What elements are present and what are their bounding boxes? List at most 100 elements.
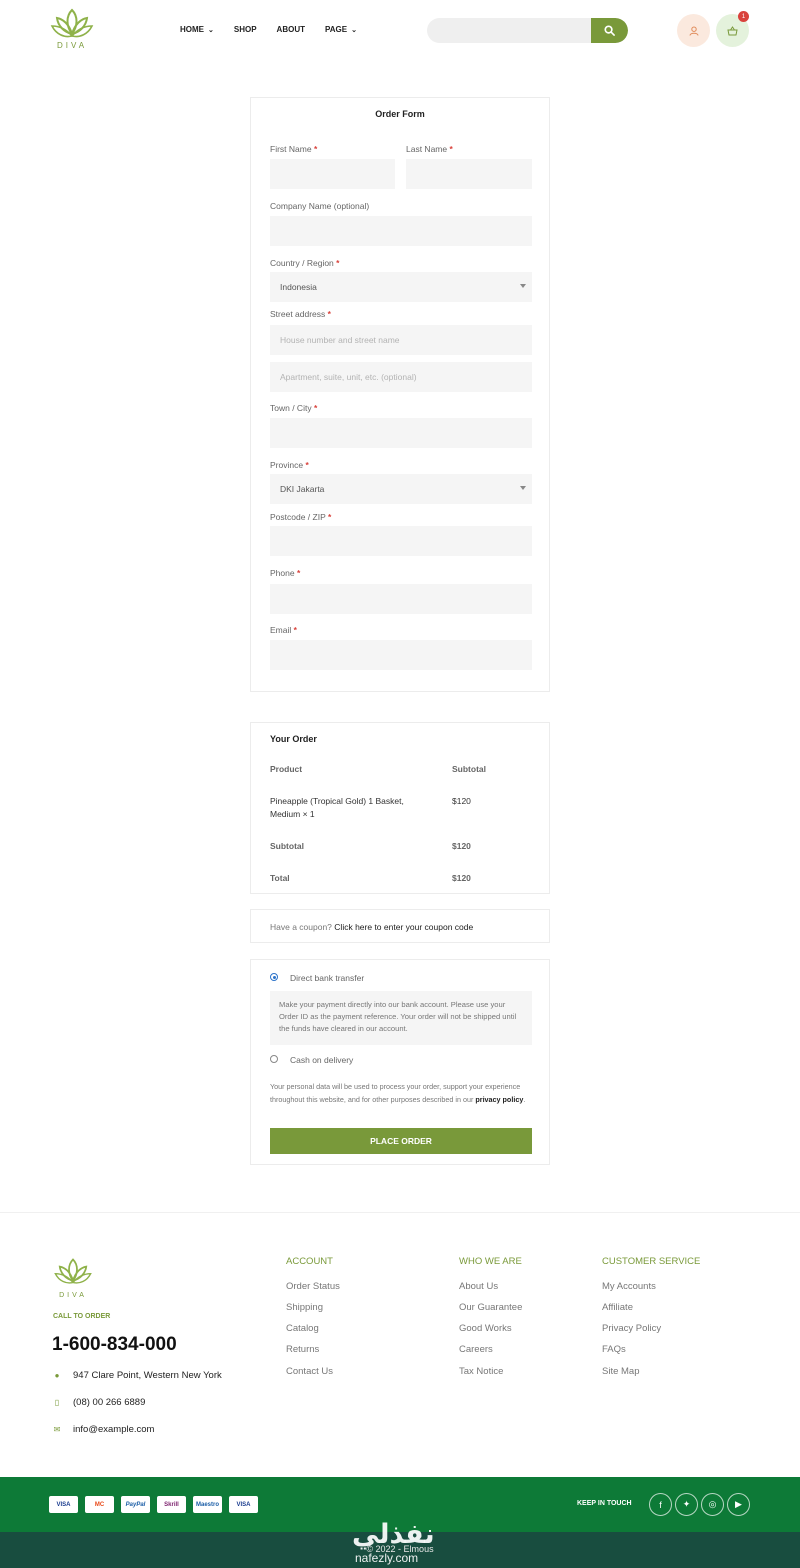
footer-link-returns[interactable]: Returns: [286, 1344, 319, 1355]
company-label: Company Name (optional): [270, 201, 370, 211]
nav-shop[interactable]: SHOP: [234, 25, 257, 34]
footer-logo-text: DIVA: [59, 1292, 87, 1299]
search-input[interactable]: [427, 18, 592, 43]
cart-button[interactable]: 1: [716, 11, 749, 47]
country-value: Indonesia: [280, 282, 317, 292]
province-select[interactable]: DKI Jakarta: [270, 474, 532, 504]
street-label: Street address *: [270, 309, 331, 319]
contact-address: ● 947 Clare Point, Western New York: [53, 1370, 222, 1381]
order-form-title: Order Form: [375, 109, 425, 119]
town-field[interactable]: [270, 418, 532, 448]
main-nav: HOME ⌄ SHOP ABOUT PAGE ⌄: [180, 25, 357, 34]
footer-link-shipping[interactable]: Shipping: [286, 1302, 323, 1313]
order-item-name-line1: Pineapple (Tropical Gold) 1 Basket,: [270, 796, 404, 806]
postcode-field[interactable]: [270, 526, 532, 556]
footer-link-our-guarantee[interactable]: Our Guarantee: [459, 1302, 522, 1313]
bank-transfer-radio[interactable]: [270, 973, 278, 981]
province-value: DKI Jakarta: [280, 484, 325, 494]
footer-link-careers[interactable]: Careers: [459, 1344, 493, 1355]
call-to-order-label: CALL TO ORDER: [53, 1313, 111, 1320]
country-label: Country / Region *: [270, 258, 339, 268]
youtube-icon[interactable]: ▶: [727, 1493, 750, 1516]
street-line2-placeholder: Apartment, suite, unit, etc. (optional): [280, 372, 417, 382]
town-label-text: Town / City: [270, 403, 312, 413]
subtotal-label: Subtotal: [270, 841, 304, 851]
contact-email[interactable]: ✉ info@example.com: [53, 1424, 155, 1435]
company-field[interactable]: [270, 216, 532, 246]
cash-on-delivery-radio[interactable]: [270, 1055, 278, 1063]
country-select[interactable]: Indonesia: [270, 272, 532, 302]
nav-home[interactable]: HOME ⌄: [180, 25, 214, 34]
street-label-text: Street address: [270, 309, 326, 319]
chevron-down-icon: ⌄: [208, 26, 214, 34]
place-order-button[interactable]: PLACE ORDER: [270, 1128, 532, 1154]
last-name-label: Last Name *: [406, 144, 453, 154]
order-item-price: $120: [452, 796, 471, 806]
cart-count-badge: 1: [738, 11, 749, 22]
footer-link-order-status[interactable]: Order Status: [286, 1281, 340, 1292]
footer-link-my-accounts[interactable]: My Accounts: [602, 1281, 656, 1292]
street-address-line2-field[interactable]: Apartment, suite, unit, etc. (optional): [270, 362, 532, 392]
user-icon: [689, 26, 698, 36]
your-order-card: Your Order Product Subtotal Pineapple (T…: [250, 722, 550, 894]
nav-about-label: ABOUT: [276, 25, 305, 34]
cash-on-delivery-label[interactable]: Cash on delivery: [290, 1055, 353, 1065]
facebook-icon[interactable]: f: [649, 1493, 672, 1516]
email-field[interactable]: [270, 640, 532, 670]
required-mark: *: [327, 309, 331, 319]
product-column-header: Product: [270, 764, 303, 774]
total-label: Total: [270, 873, 290, 883]
footer-link-catalog[interactable]: Catalog: [286, 1323, 319, 1334]
street-address-line1-field[interactable]: House number and street name: [270, 325, 532, 355]
footer-link-site-map[interactable]: Site Map: [602, 1366, 640, 1377]
required-mark: *: [313, 403, 318, 413]
phone-label-text: Phone: [270, 568, 295, 578]
coupon-prompt: Have a coupon? Click here to enter your …: [270, 922, 473, 932]
lotus-logo-icon: [50, 8, 94, 38]
last-name-label-text: Last Name: [406, 144, 448, 154]
province-label-text: Province: [270, 460, 304, 470]
bank-transfer-label[interactable]: Direct bank transfer: [290, 973, 364, 983]
footer-link-about-us[interactable]: About Us: [459, 1281, 498, 1292]
address-text: 947 Clare Point, Western New York: [73, 1370, 222, 1381]
footer-link-faqs[interactable]: FAQs: [602, 1344, 626, 1355]
footer-link-good-works[interactable]: Good Works: [459, 1323, 512, 1334]
chevron-down-icon: ⌄: [351, 26, 357, 34]
footer-link-contact-us[interactable]: Contact Us: [286, 1366, 333, 1377]
privacy-policy-link[interactable]: privacy policy: [475, 1095, 523, 1104]
visa-electron-icon: VISA: [229, 1496, 258, 1513]
footer-link-privacy-policy[interactable]: Privacy Policy: [602, 1323, 661, 1334]
first-name-field[interactable]: [270, 159, 395, 189]
last-name-field[interactable]: [406, 159, 532, 189]
twitter-icon[interactable]: ✦: [675, 1493, 698, 1516]
nav-page[interactable]: PAGE ⌄: [325, 25, 357, 34]
paypal-icon: PayPal: [121, 1496, 150, 1513]
footer-link-tax-notice[interactable]: Tax Notice: [459, 1366, 503, 1377]
search-button[interactable]: [591, 18, 628, 43]
required-mark: *: [293, 625, 297, 635]
instagram-icon[interactable]: ◎: [701, 1493, 724, 1516]
phone-field[interactable]: [270, 584, 532, 614]
customer-service-column-title: CUSTOMER SERVICE: [602, 1256, 701, 1267]
site-logo[interactable]: DIVA: [48, 6, 96, 54]
required-mark: *: [327, 512, 332, 522]
postcode-label: Postcode / ZIP *: [270, 512, 331, 522]
footer-logo[interactable]: DIVA: [52, 1256, 94, 1299]
coupon-card: Have a coupon? Click here to enter your …: [250, 909, 550, 943]
required-mark: *: [305, 460, 309, 470]
maestro-icon: Maestro: [193, 1496, 222, 1513]
search-bar: [427, 18, 628, 43]
account-button[interactable]: [677, 14, 710, 47]
site-header: DIVA HOME ⌄ SHOP ABOUT PAGE ⌄ 1: [0, 0, 800, 62]
province-label: Province *: [270, 460, 309, 470]
coupon-link[interactable]: Click here to enter your coupon code: [334, 922, 473, 932]
watermark-url: nafezly.com: [355, 1551, 419, 1565]
visa-card-icon: VISA: [49, 1496, 78, 1513]
first-name-label-text: First Name: [270, 144, 312, 154]
email-label: Email *: [270, 625, 297, 635]
order-item-name-line2: Medium × 1: [270, 809, 315, 819]
nav-about[interactable]: ABOUT: [277, 25, 305, 34]
phone-label: Phone *: [270, 568, 300, 578]
footer-link-affiliate[interactable]: Affiliate: [602, 1302, 633, 1313]
email-text: info@example.com: [73, 1424, 155, 1435]
